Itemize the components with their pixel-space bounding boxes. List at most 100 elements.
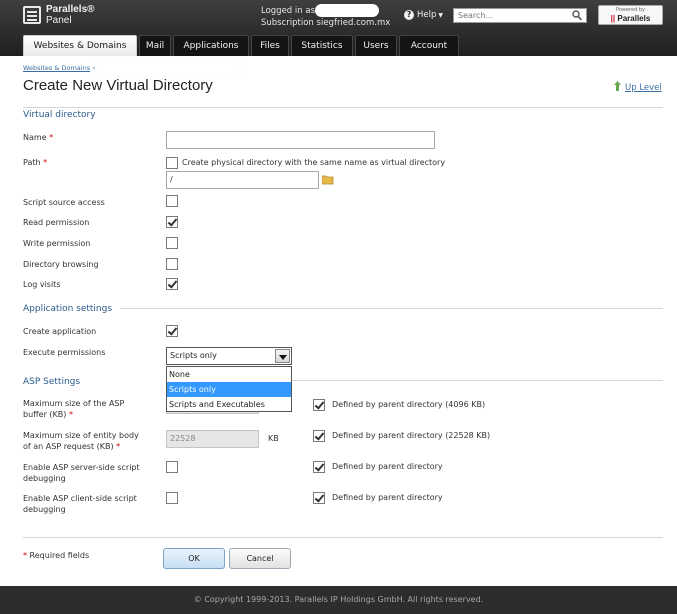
option-scripts-and-executables[interactable]: Scripts and Executables: [167, 397, 291, 412]
chevron-down-icon: ▼: [438, 12, 444, 19]
powered-brand-text: Parallels: [617, 14, 651, 23]
script-source-label: Script source access: [23, 198, 105, 207]
powered-by-badge[interactable]: Powered by || Parallels: [598, 5, 663, 25]
create-application-label: Create application: [23, 327, 97, 336]
directory-browsing-label: Directory browsing: [23, 260, 99, 269]
subscription-label: Subscription: [261, 18, 314, 28]
create-application-checkbox[interactable]: [166, 325, 178, 337]
read-permission-label: Read permission: [23, 218, 90, 227]
execute-permissions-options: None Scripts only Scripts and Executable…: [166, 366, 292, 412]
section-divider: [292, 380, 663, 381]
create-physical-dir-label: Create physical directory with the same …: [182, 158, 446, 167]
powered-by-brand: || Parallels: [610, 14, 651, 23]
required-note-text: Required fields: [29, 551, 90, 560]
breadcrumb-websites-domains[interactable]: Websites & Domains: [23, 64, 90, 72]
search-input[interactable]: [454, 9, 569, 22]
write-permission-checkbox[interactable]: [166, 237, 178, 249]
asp-server-debug-checkbox[interactable]: [166, 461, 178, 473]
name-label-text: Name: [23, 133, 47, 142]
execute-permissions-select[interactable]: Scripts only: [166, 347, 292, 365]
tab-account[interactable]: Account: [399, 35, 459, 56]
help-menu[interactable]: ? Help ▼: [404, 10, 443, 20]
path-label-text: Path: [23, 158, 41, 167]
name-label: Name *: [23, 132, 53, 143]
help-label: Help: [417, 10, 437, 20]
name-field[interactable]: [166, 131, 435, 149]
form-divider: [23, 537, 663, 538]
asp-server-debug-label: Enable ASP server-side script debugging: [23, 462, 140, 484]
asp-client-debug-checkbox[interactable]: [166, 492, 178, 504]
top-header: Parallels® Panel Logged in as Subscripti…: [0, 0, 677, 56]
subscription-value[interactable]: siegfried.com.mx: [317, 18, 391, 28]
required-star: *: [116, 442, 121, 451]
application-settings-heading: Application settings: [23, 304, 113, 314]
asp-buffer-label-line2: buffer (KB): [23, 410, 67, 419]
parallels-logo-icon: [23, 6, 41, 24]
asp-settings-heading: ASP Settings: [23, 377, 81, 387]
tab-websites-domains[interactable]: Websites & Domains: [23, 35, 137, 56]
up-level-label: Up Level: [625, 83, 662, 93]
asp-entity-label-line2: of an ASP request (KB): [23, 442, 114, 451]
logo-text: Parallels® Panel: [46, 4, 95, 26]
tab-users[interactable]: Users: [355, 35, 397, 56]
powered-by-label: Powered by: [616, 7, 645, 13]
log-visits-checkbox[interactable]: [166, 278, 178, 290]
up-level-link[interactable]: Up Level: [613, 81, 662, 93]
execute-permissions-label: Execute permissions: [23, 348, 106, 357]
write-permission-label: Write permission: [23, 239, 91, 248]
required-fields-note: * Required fields: [23, 550, 89, 561]
script-source-checkbox[interactable]: [166, 195, 178, 207]
tab-statistics[interactable]: Statistics: [291, 35, 353, 56]
required-star: *: [68, 410, 73, 419]
copyright-footer: © Copyright 1999-2013. Parallels IP Hold…: [0, 586, 677, 614]
read-permission-checkbox[interactable]: [166, 216, 178, 228]
section-divider: [23, 107, 663, 108]
section-divider: [120, 308, 663, 309]
asp-entity-label: Maximum size of entity body of an ASP re…: [23, 430, 139, 452]
required-star: *: [23, 551, 27, 560]
log-visits-label: Log visits: [23, 280, 61, 289]
create-physical-dir-checkbox[interactable]: [166, 157, 178, 169]
option-scripts-only[interactable]: Scripts only: [167, 382, 291, 397]
asp-client-parent-label: Defined by parent directory: [332, 493, 443, 502]
redacted-breadcrumb: [95, 62, 240, 75]
asp-server-debug-line1: Enable ASP server-side script: [23, 463, 140, 472]
asp-buffer-label-line1: Maximum size of the ASP: [23, 399, 125, 408]
brand-line1: Parallels®: [46, 4, 95, 15]
asp-client-debug-label: Enable ASP client-side script debugging: [23, 493, 137, 515]
page-title: Create New Virtual Directory: [23, 77, 213, 94]
up-level-icon: [614, 81, 621, 91]
directory-browsing-checkbox[interactable]: [166, 258, 178, 270]
asp-client-debug-line2: debugging: [23, 505, 66, 514]
path-label: Path *: [23, 157, 47, 168]
ok-button[interactable]: OK: [163, 548, 225, 569]
search-box: [453, 8, 587, 23]
asp-buffer-label: Maximum size of the ASP buffer (KB) *: [23, 398, 124, 420]
asp-entity-parent-checkbox[interactable]: [313, 430, 325, 442]
tab-applications[interactable]: Applications: [173, 35, 249, 56]
asp-client-debug-line1: Enable ASP client-side script: [23, 494, 137, 503]
folder-browse-icon[interactable]: [322, 175, 334, 185]
asp-client-parent-checkbox[interactable]: [313, 492, 325, 504]
brand-line2: Panel: [46, 15, 72, 26]
required-star: *: [49, 133, 54, 142]
tab-files[interactable]: Files: [251, 35, 289, 56]
asp-entity-parent-label: Defined by parent directory (22528 KB): [332, 431, 491, 440]
asp-entity-field: 22528: [166, 430, 259, 448]
asp-server-debug-line2: debugging: [23, 474, 66, 483]
cancel-button[interactable]: Cancel: [229, 548, 291, 569]
asp-server-parent-checkbox[interactable]: [313, 461, 325, 473]
help-icon: ?: [404, 10, 414, 20]
parallels-panel-logo[interactable]: Parallels® Panel: [23, 4, 95, 28]
search-icon[interactable]: [572, 10, 582, 21]
path-field[interactable]: /: [166, 171, 319, 189]
required-star: *: [43, 158, 48, 167]
redacted-username: [314, 4, 379, 17]
asp-buffer-parent-label: Defined by parent directory (4096 KB): [332, 400, 486, 409]
tab-mail[interactable]: Mail: [139, 35, 171, 56]
login-info: Logged in as Subscription siegfried.com.…: [261, 4, 390, 29]
asp-buffer-parent-checkbox[interactable]: [313, 399, 325, 411]
option-none[interactable]: None: [167, 367, 291, 382]
dropdown-arrow-icon[interactable]: [275, 349, 290, 363]
execute-permissions-value: Scripts only: [170, 351, 217, 360]
